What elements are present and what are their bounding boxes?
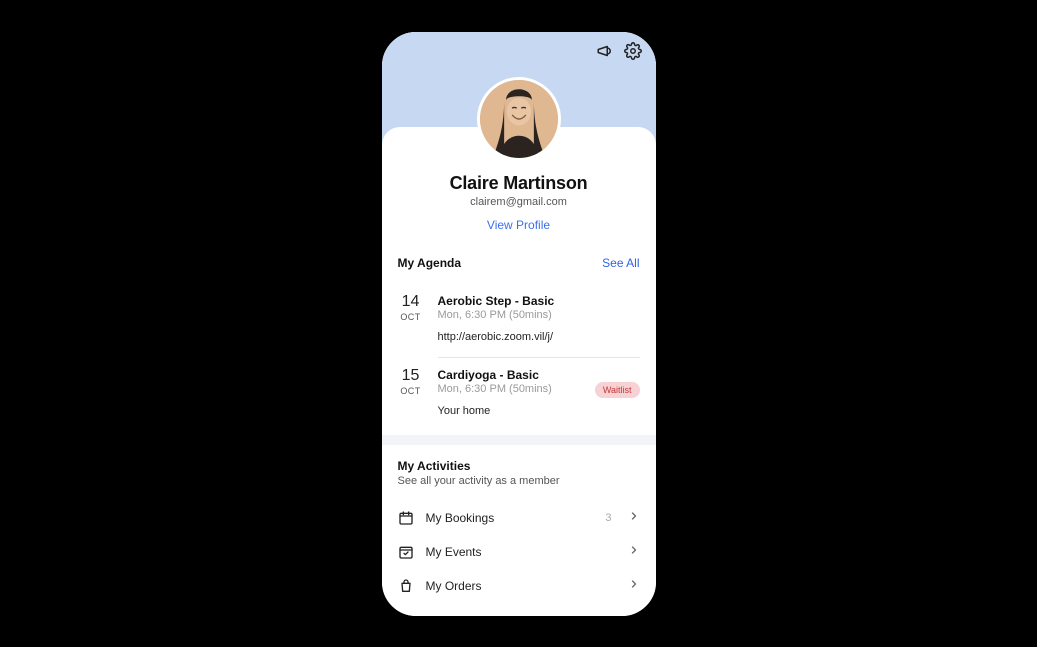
agenda-subtitle: Mon, 6:30 PM (50mins) bbox=[438, 309, 640, 321]
activities-row-label: My Events bbox=[426, 545, 616, 559]
calendar-check-icon bbox=[398, 544, 414, 560]
megaphone-icon[interactable] bbox=[596, 42, 614, 60]
agenda-title: Cardiyoga - Basic bbox=[438, 368, 640, 382]
agenda-body: Cardiyoga - Basic Mon, 6:30 PM (50mins) … bbox=[438, 368, 640, 417]
activities-heading: My Activities bbox=[398, 459, 640, 473]
agenda-location: Your home bbox=[438, 405, 640, 417]
agenda-day: 14 bbox=[398, 294, 424, 310]
avatar[interactable] bbox=[477, 77, 561, 161]
activities-list: My Bookings 3 My Events bbox=[382, 493, 656, 603]
avatar-image bbox=[480, 80, 558, 158]
agenda-location: http://aerobic.zoom.vil/j/ bbox=[438, 331, 640, 343]
activities-row-bookings[interactable]: My Bookings 3 bbox=[398, 501, 640, 535]
profile-meta: Claire Martinson clairem@gmail.com View … bbox=[382, 173, 656, 248]
top-icons bbox=[596, 42, 642, 60]
calendar-icon bbox=[398, 510, 414, 526]
agenda-body: Aerobic Step - Basic Mon, 6:30 PM (50min… bbox=[438, 294, 640, 343]
see-all-link[interactable]: See All bbox=[602, 256, 639, 270]
activities-row-label: My Orders bbox=[426, 579, 616, 593]
view-profile-link[interactable]: View Profile bbox=[487, 218, 550, 232]
profile-name: Claire Martinson bbox=[394, 173, 644, 194]
activities-row-events[interactable]: My Events bbox=[398, 535, 640, 569]
gear-icon[interactable] bbox=[624, 42, 642, 60]
activities-row-label: My Bookings bbox=[426, 511, 594, 525]
agenda-date: 14 OCT bbox=[398, 294, 424, 343]
agenda-item[interactable]: 15 OCT Cardiyoga - Basic Mon, 6:30 PM (5… bbox=[398, 358, 640, 431]
chevron-right-icon bbox=[628, 577, 640, 595]
profile-email: clairem@gmail.com bbox=[394, 196, 644, 208]
agenda-title: Aerobic Step - Basic bbox=[438, 294, 640, 308]
agenda-day: 15 bbox=[398, 368, 424, 384]
agenda-header: My Agenda See All bbox=[398, 256, 640, 270]
phone-frame: Claire Martinson clairem@gmail.com View … bbox=[374, 24, 664, 624]
section-gap bbox=[382, 435, 656, 445]
activities-row-count: 3 bbox=[605, 512, 611, 524]
activities-subtitle: See all your activity as a member bbox=[398, 475, 640, 487]
profile-card: Claire Martinson clairem@gmail.com View … bbox=[382, 127, 656, 248]
activities-row-orders[interactable]: My Orders bbox=[398, 569, 640, 603]
agenda-month: OCT bbox=[398, 312, 424, 322]
agenda-item[interactable]: 14 OCT Aerobic Step - Basic Mon, 6:30 PM… bbox=[398, 284, 640, 357]
activities-header: My Activities See all your activity as a… bbox=[382, 445, 656, 493]
app-screen: Claire Martinson clairem@gmail.com View … bbox=[382, 32, 656, 616]
bag-icon bbox=[398, 578, 414, 594]
agenda-section: My Agenda See All 14 OCT Aerobic Step - … bbox=[382, 256, 656, 431]
waitlist-badge: Waitlist bbox=[595, 382, 640, 398]
agenda-date: 15 OCT bbox=[398, 368, 424, 417]
agenda-month: OCT bbox=[398, 386, 424, 396]
agenda-heading: My Agenda bbox=[398, 256, 462, 270]
chevron-right-icon bbox=[628, 543, 640, 561]
chevron-right-icon bbox=[628, 509, 640, 527]
